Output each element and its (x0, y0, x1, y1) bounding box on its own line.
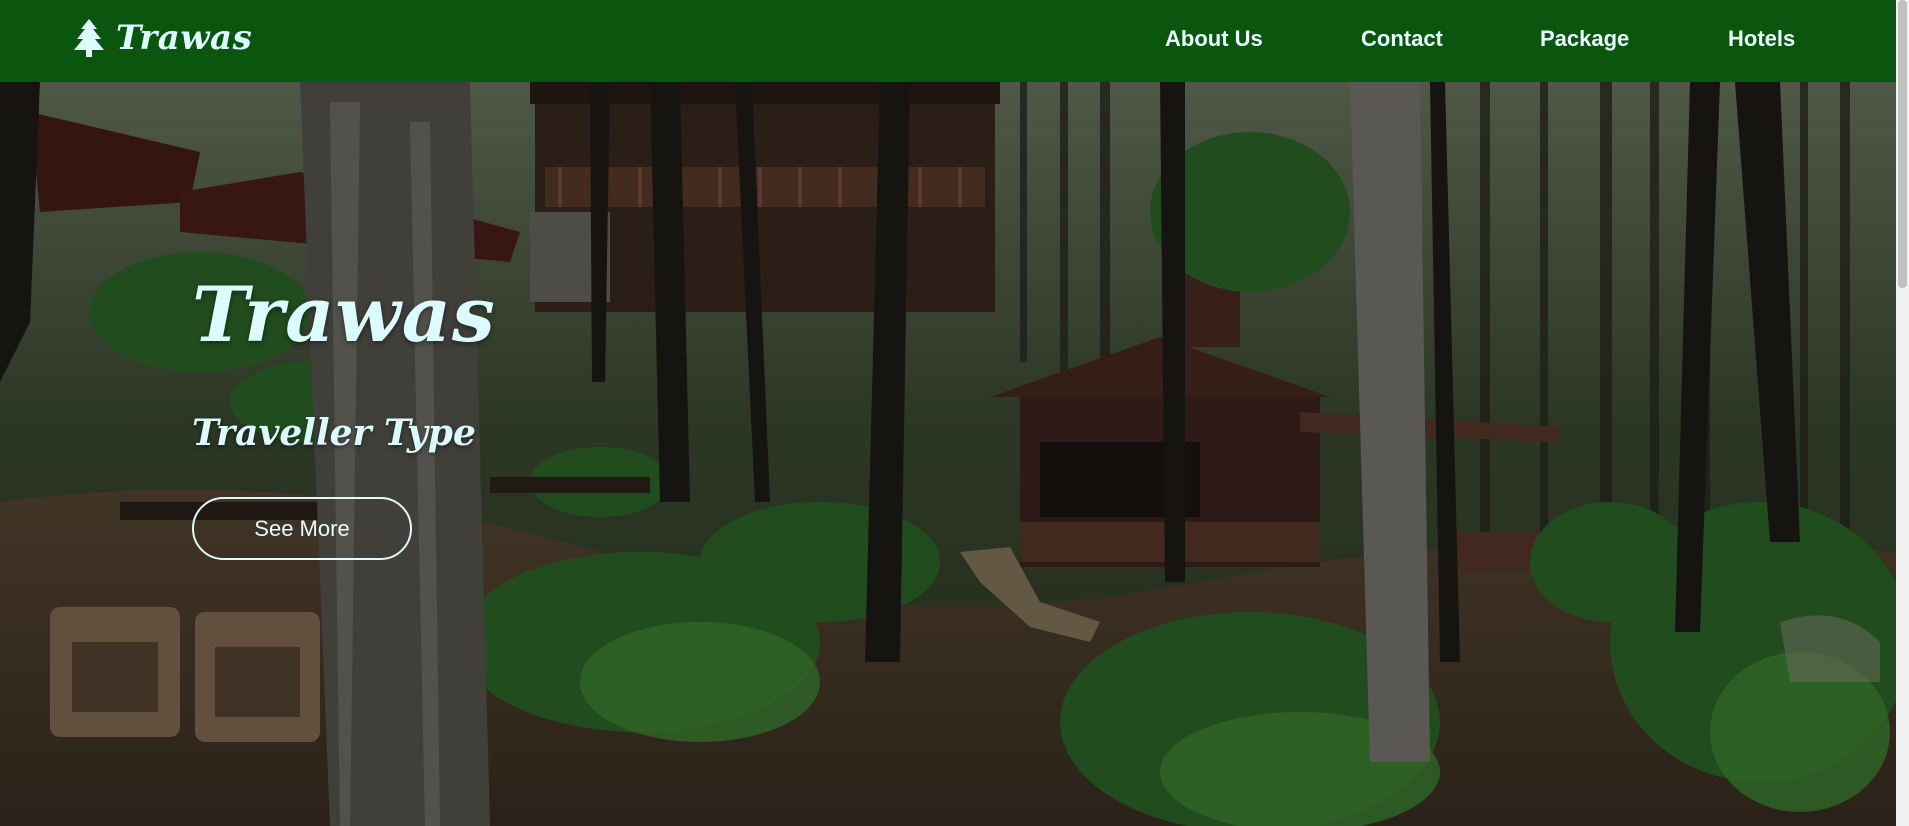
nav-link-contact[interactable]: Contact (1361, 26, 1443, 52)
hero-section: Trawas Traveller Type See More (0, 82, 1896, 826)
hero-title: Trawas (192, 270, 496, 359)
brand-link[interactable]: Trawas (74, 18, 252, 58)
scrollbar-thumb[interactable] (1898, 0, 1907, 288)
page: Trawas About Us Contact Package Hotels T… (0, 0, 1909, 826)
brand-name: Trawas (116, 18, 253, 58)
nav-link-hotels[interactable]: Hotels (1728, 26, 1795, 52)
hero-subtitle: Traveller Type (192, 412, 476, 454)
nav-link-about-us[interactable]: About Us (1165, 26, 1263, 52)
navbar: Trawas About Us Contact Package Hotels (0, 0, 1896, 82)
pine-tree-icon (74, 19, 104, 57)
nav-link-package[interactable]: Package (1540, 26, 1629, 52)
vertical-scrollbar[interactable] (1896, 0, 1909, 826)
see-more-button[interactable]: See More (192, 497, 412, 560)
hero-overlay (0, 82, 1896, 826)
